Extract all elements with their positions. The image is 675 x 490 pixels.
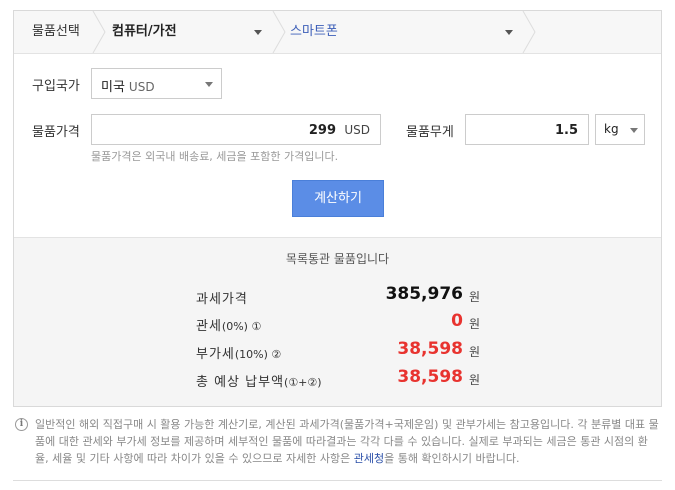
result-label: 과세가격 — [196, 292, 248, 307]
result-value: 0 — [451, 311, 463, 331]
result-row-customs-duty: 관세(0%) ① 0 원 — [14, 311, 661, 335]
customs-service-link[interactable]: 관세청 — [354, 452, 384, 465]
price-unit: USD — [344, 123, 370, 137]
disclaimer-text-part: 일반적인 해외 직접구매 시 활용 가능한 계산기로, 계산된 과세가격(물품가… — [35, 418, 659, 465]
chevron-down-icon — [630, 128, 638, 133]
disclaimer-text: 일반적인 해외 직접구매 시 활용 가능한 계산기로, 계산된 과세가격(물품가… — [35, 416, 660, 467]
country-select[interactable]: 미국 USD — [91, 68, 222, 99]
weight-unit: kg — [604, 122, 619, 136]
result-unit: 원 — [469, 317, 481, 331]
country-currency: USD — [128, 80, 155, 94]
weight-value: 1.5 — [554, 123, 578, 138]
weight-label: 물품무게 — [406, 125, 454, 140]
result-value: 38,598 — [397, 367, 463, 387]
product-select[interactable]: 스마트폰 — [290, 11, 338, 53]
result-sublabel: (10%) ② — [234, 348, 282, 361]
result-unit: 원 — [469, 290, 481, 304]
result-label: 부가세 — [196, 347, 235, 362]
chevron-right-icon — [522, 11, 536, 53]
result-label: 관세 — [196, 319, 222, 334]
result-row-total: 총 예상 납부액(①+②) 38,598 원 — [14, 367, 661, 391]
chevron-right-icon — [92, 11, 106, 53]
info-icon: i — [15, 418, 28, 431]
result-sublabel: (0%) ① — [221, 320, 262, 333]
result-value: 385,976 — [385, 284, 463, 304]
chevron-right-icon — [272, 11, 286, 53]
result-unit: 원 — [469, 345, 481, 359]
disclaimer-text-part: 을 통해 확인하시기 바랍니다. — [384, 452, 520, 465]
price-value: 299 — [308, 123, 336, 138]
price-hint: 물품가격은 외국내 배송료, 세금을 포함한 가격입니다. — [91, 150, 339, 163]
breadcrumb-root: 물품선택 — [32, 24, 80, 39]
result-panel: 목록통관 물품입니다 과세가격 385,976 원 관세(0%) ① 0 원 부… — [14, 237, 661, 406]
price-label: 물품가격 — [32, 125, 80, 140]
result-unit: 원 — [469, 373, 481, 387]
divider — [13, 480, 662, 481]
calculate-button[interactable]: 계산하기 — [292, 180, 384, 217]
result-row-vat: 부가세(10%) ② 38,598 원 — [14, 339, 661, 363]
weight-unit-select[interactable]: kg — [595, 114, 645, 145]
chevron-down-icon — [254, 30, 262, 35]
chevron-down-icon — [205, 82, 213, 87]
category-select[interactable]: 컴퓨터/가전 — [112, 11, 177, 53]
result-value: 38,598 — [397, 339, 463, 359]
breadcrumb: 물품선택 컴퓨터/가전 스마트폰 — [14, 11, 661, 54]
price-input[interactable]: 299 USD — [91, 114, 381, 145]
weight-input[interactable]: 1.5 — [465, 114, 589, 145]
result-title: 목록통관 물품입니다 — [285, 252, 390, 266]
country-value: 미국 — [101, 80, 125, 95]
chevron-down-icon — [505, 30, 513, 35]
result-sublabel: (①+②) — [284, 376, 322, 389]
result-row-taxable-price: 과세가격 385,976 원 — [14, 284, 661, 308]
tax-calculator-card: 물품선택 컴퓨터/가전 스마트폰 구입국가 미국 USD 물품가격 299 USD… — [13, 10, 662, 407]
country-label: 구입국가 — [32, 79, 80, 94]
result-label: 총 예상 납부액 — [196, 375, 285, 390]
